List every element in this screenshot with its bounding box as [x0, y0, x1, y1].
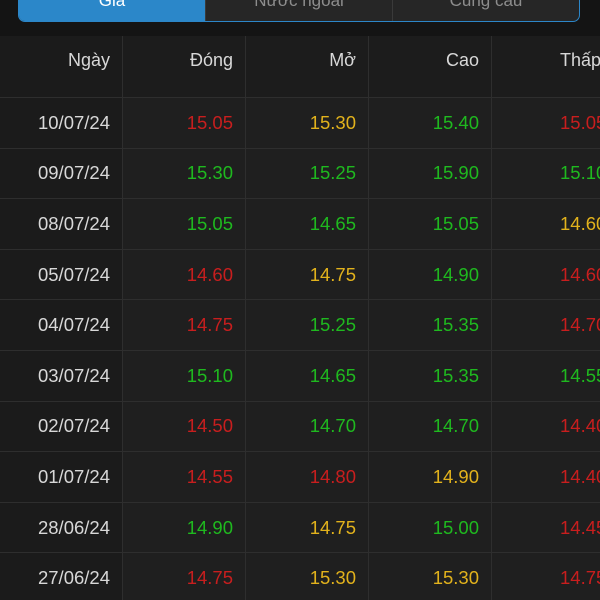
cell-close: 14.75 — [123, 553, 246, 600]
cell-high: 14.70 — [369, 401, 492, 452]
table-header: Ngày Đóng Mở Cao Thấp — [0, 36, 600, 84]
cell-high: 15.05 — [369, 199, 492, 249]
divider-cell — [246, 84, 369, 97]
table-row[interactable]: 27/06/2414.7515.3015.3014.75 — [0, 553, 600, 600]
cell-date: 08/07/24 — [0, 199, 123, 249]
cell-close: 14.55 — [123, 452, 246, 502]
divider-cell — [0, 84, 123, 97]
cell-close: 15.10 — [123, 350, 246, 401]
table-row[interactable]: 10/07/2415.0515.3015.4015.05 — [0, 98, 600, 149]
cell-open: 14.75 — [246, 502, 369, 553]
table-row[interactable]: 05/07/2414.6014.7514.9014.60 — [0, 249, 600, 301]
cell-high: 15.30 — [369, 553, 492, 600]
table-row[interactable]: 03/07/2415.1014.6515.3514.55 — [0, 350, 600, 402]
cell-low: 14.45 — [492, 502, 600, 553]
table-row[interactable]: 28/06/2414.9014.7515.0014.45 — [0, 502, 600, 554]
cell-date: 03/07/24 — [0, 350, 123, 401]
header-high: Cao — [369, 36, 492, 84]
cell-date: 09/07/24 — [0, 148, 123, 199]
cell-low: 14.70 — [492, 300, 600, 350]
cell-low: 14.75 — [492, 553, 600, 600]
cell-low: 15.05 — [492, 98, 600, 148]
cell-low: 14.55 — [492, 350, 600, 401]
tab-nuoc-ngoai[interactable]: Nước ngoài — [205, 0, 392, 21]
cell-open: 14.65 — [246, 199, 369, 249]
cell-date: 02/07/24 — [0, 401, 123, 452]
cell-close: 15.30 — [123, 148, 246, 199]
cell-low: 15.10 — [492, 148, 600, 199]
cell-open: 15.25 — [246, 148, 369, 199]
header-close: Đóng — [123, 36, 246, 84]
cell-open: 14.70 — [246, 401, 369, 452]
header-open: Mở — [246, 36, 369, 84]
cell-open: 15.30 — [246, 553, 369, 600]
divider-cell — [492, 84, 600, 97]
price-history-screen: Giá Nước ngoài Cung cầu Ngày Đóng Mở Cao… — [0, 0, 600, 600]
cell-close: 14.90 — [123, 502, 246, 553]
cell-close: 14.60 — [123, 249, 246, 300]
header-low: Thấp — [492, 36, 600, 84]
cell-date: 28/06/24 — [0, 502, 123, 553]
cell-high: 15.35 — [369, 350, 492, 401]
cell-open: 15.25 — [246, 300, 369, 350]
table-row[interactable]: 02/07/2414.5014.7014.7014.40 — [0, 401, 600, 453]
tab-gia[interactable]: Giá — [19, 0, 205, 21]
tab-cung-cau[interactable]: Cung cầu — [392, 0, 579, 21]
divider-cell — [123, 84, 246, 97]
cell-date: 27/06/24 — [0, 553, 123, 600]
header-date: Ngày — [0, 36, 123, 84]
cell-low: 14.60 — [492, 249, 600, 300]
table-body: 10/07/2415.0515.3015.4015.0509/07/2415.3… — [0, 98, 600, 600]
table-row[interactable]: 04/07/2414.7515.2515.3514.70 — [0, 300, 600, 351]
cell-low: 14.60 — [492, 199, 600, 249]
cell-high: 14.90 — [369, 249, 492, 300]
cell-date: 04/07/24 — [0, 300, 123, 350]
cell-open: 14.75 — [246, 249, 369, 300]
cell-high: 15.35 — [369, 300, 492, 350]
price-table: Ngày Đóng Mở Cao Thấp 10/07/24 15.05 15.30… — [0, 36, 600, 600]
cell-high: 15.00 — [369, 502, 492, 553]
header-divider — [0, 84, 600, 98]
cell-low: 14.40 — [492, 401, 600, 452]
cell-close: 14.75 — [123, 300, 246, 350]
cell-date: 10/07/24 — [0, 98, 123, 148]
cell-date: 01/07/24 — [0, 452, 123, 502]
table-row[interactable]: 01/07/2414.5514.8014.9014.40 — [0, 452, 600, 503]
segmented-tabs: Giá Nước ngoài Cung cầu — [18, 0, 580, 22]
cell-close: 15.05 — [123, 199, 246, 249]
cell-high: 15.40 — [369, 98, 492, 148]
cell-high: 15.90 — [369, 148, 492, 199]
cell-open: 15.30 — [246, 98, 369, 148]
table-row[interactable]: 09/07/2415.3015.2515.9015.10 — [0, 148, 600, 200]
cell-open: 14.80 — [246, 452, 369, 502]
cell-date: 05/07/24 — [0, 249, 123, 300]
cell-close: 15.05 — [123, 98, 246, 148]
table-row[interactable]: 08/07/2415.0514.6515.0514.60 — [0, 199, 600, 250]
cell-low: 14.40 — [492, 452, 600, 502]
cell-close: 14.50 — [123, 401, 246, 452]
divider-cell — [369, 84, 492, 97]
cell-high: 14.90 — [369, 452, 492, 502]
cell-open: 14.65 — [246, 350, 369, 401]
